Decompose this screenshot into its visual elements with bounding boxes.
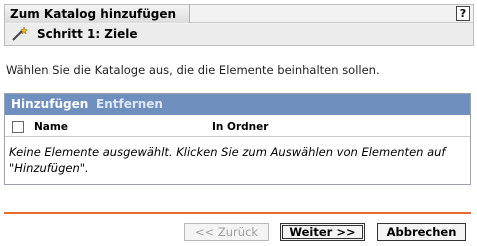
select-all-checkbox[interactable] bbox=[12, 121, 24, 133]
catalog-panel: Hinzufügen Entfernen Name In Ordner Kein… bbox=[4, 93, 471, 185]
column-header-row: Name In Ordner bbox=[5, 115, 470, 137]
wand-icon bbox=[12, 26, 29, 41]
instruction-text: Wählen Sie die Kataloge aus, die die Ele… bbox=[6, 63, 380, 77]
column-header-folder[interactable]: In Ordner bbox=[212, 121, 268, 133]
empty-message: Keine Elemente ausgewählt. Klicken Sie z… bbox=[9, 145, 446, 175]
next-button[interactable]: Weiter >> bbox=[280, 223, 365, 241]
remove-link[interactable]: Entfernen bbox=[96, 97, 163, 111]
panel-toolbar: Hinzufügen Entfernen bbox=[5, 94, 470, 115]
back-button[interactable]: << Zurück bbox=[184, 223, 269, 241]
step-label: Schritt 1: Ziele bbox=[37, 27, 138, 41]
dialog-title: Zum Katalog hinzufügen bbox=[5, 5, 190, 23]
help-icon[interactable]: ? bbox=[456, 6, 470, 21]
add-link[interactable]: Hinzufügen bbox=[11, 97, 88, 111]
title-bar: Zum Katalog hinzufügen ? bbox=[5, 5, 473, 23]
footer-separator bbox=[4, 212, 471, 214]
dialog-header: Zum Katalog hinzufügen ? Schritt 1: Ziel… bbox=[4, 4, 474, 46]
column-header-name[interactable]: Name bbox=[34, 121, 68, 133]
cancel-button[interactable]: Abbrechen bbox=[377, 223, 466, 241]
step-row: Schritt 1: Ziele bbox=[5, 24, 473, 45]
